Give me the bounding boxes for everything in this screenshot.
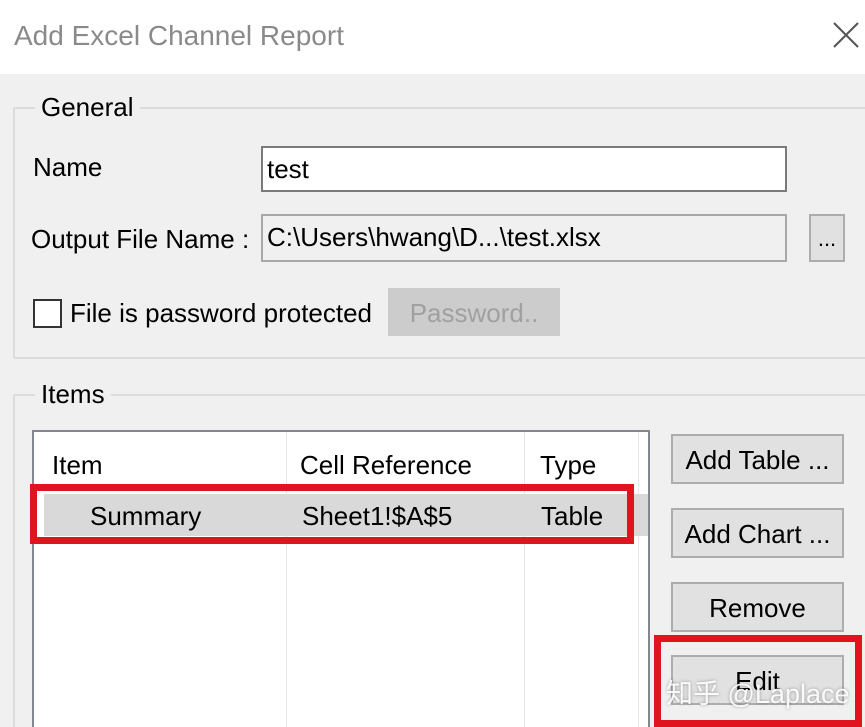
close-icon[interactable] (831, 20, 861, 50)
column-divider (524, 432, 525, 727)
remove-button[interactable]: Remove (671, 582, 844, 632)
row-type-cell: Table (541, 501, 604, 531)
add-chart-button[interactable]: Add Chart ... (671, 508, 844, 558)
name-label: Name (33, 152, 103, 182)
column-header-cell-reference[interactable]: Cell Reference (300, 450, 472, 481)
column-divider (286, 432, 287, 727)
name-input[interactable]: test (261, 146, 787, 192)
general-group-title: General (35, 92, 140, 123)
table-row[interactable]: Summary Sheet1!$A$5 Table (44, 494, 648, 536)
dialog-title: Add Excel Channel Report (14, 20, 344, 51)
output-file-name-label: Output File Name : (31, 224, 250, 254)
row-item-cell: Summary (90, 501, 202, 531)
watermark-text: 知乎 @Laplace (666, 679, 850, 709)
add-table-button[interactable]: Add Table ... (671, 434, 844, 484)
items-list[interactable]: Item Cell Reference Type Summary Sheet1!… (32, 430, 650, 727)
add-excel-channel-report-dialog: Add Excel Channel Report General Name te… (0, 0, 865, 727)
column-header-type[interactable]: Type (540, 450, 596, 481)
browse-button[interactable]: ... (809, 214, 845, 262)
items-group-title: Items (35, 379, 111, 410)
password-button[interactable]: Password.. (388, 288, 560, 336)
column-header-item[interactable]: Item (52, 450, 103, 481)
password-protected-checkbox[interactable] (33, 299, 62, 328)
row-cell-reference-cell: Sheet1!$A$5 (302, 501, 453, 531)
output-file-name-field[interactable]: C:\Users\hwang\D...\test.xlsx (261, 214, 787, 262)
column-divider (638, 432, 639, 727)
password-protected-label[interactable]: File is password protected (70, 298, 372, 329)
title-bar: Add Excel Channel Report (0, 0, 865, 74)
